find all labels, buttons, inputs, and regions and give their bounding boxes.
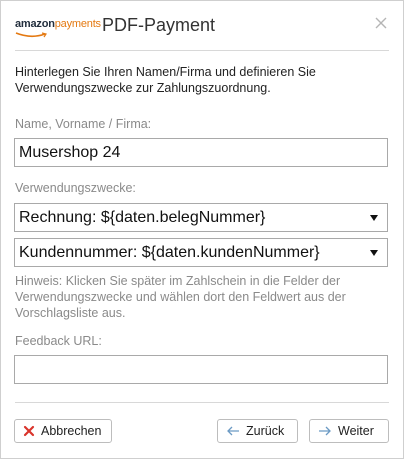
feedback-url-input[interactable] bbox=[14, 355, 388, 384]
dialog-title: PDF-Payment bbox=[102, 15, 216, 35]
amazon-payments-logo: amazonpayments bbox=[15, 18, 101, 30]
pdf-payment-dialog: amazonpayments PDF-Payment Hinterlegen S… bbox=[0, 0, 404, 459]
next-button-label: Weiter bbox=[338, 424, 374, 438]
hint-text: Hinweis: Klicken Sie später im Zahlschei… bbox=[15, 274, 346, 320]
close-icon[interactable] bbox=[373, 15, 389, 31]
cancel-button-label: Abbrechen bbox=[41, 424, 102, 438]
dropdown-arrow-icon bbox=[370, 215, 378, 221]
purpose-select-1-value: Rechnung: ${daten.belegNummer} bbox=[19, 209, 266, 226]
cancel-x-icon bbox=[23, 425, 35, 437]
feedback-url-label: Feedback URL: bbox=[15, 334, 102, 348]
purpose-select-2[interactable]: Kundennummer: ${daten.kundenNummer} bbox=[14, 238, 388, 267]
name-label: Name, Vorname / Firma: bbox=[15, 117, 152, 131]
purposes-label: Verwendungszwecke: bbox=[15, 181, 136, 195]
footer-divider bbox=[15, 402, 389, 403]
cancel-button[interactable]: Abbrechen bbox=[14, 419, 112, 443]
dropdown-arrow-icon bbox=[370, 250, 378, 256]
header-divider bbox=[15, 50, 389, 51]
purpose-select-1[interactable]: Rechnung: ${daten.belegNummer} bbox=[14, 203, 388, 232]
intro-text: Hinterlegen Sie Ihren Namen/Firma und de… bbox=[15, 65, 316, 95]
dialog-header: amazonpayments PDF-Payment bbox=[1, 1, 403, 51]
back-button-label: Zurück bbox=[246, 424, 285, 438]
back-button[interactable]: Zurück bbox=[217, 419, 298, 443]
purpose-select-2-value: Kundennummer: ${daten.kundenNummer} bbox=[19, 244, 320, 261]
arrow-right-icon bbox=[319, 426, 331, 436]
amazon-smile-icon bbox=[15, 32, 47, 38]
next-button[interactable]: Weiter bbox=[309, 419, 389, 443]
name-input[interactable]: Musershop 24 bbox=[14, 138, 388, 167]
arrow-left-icon bbox=[227, 426, 239, 436]
